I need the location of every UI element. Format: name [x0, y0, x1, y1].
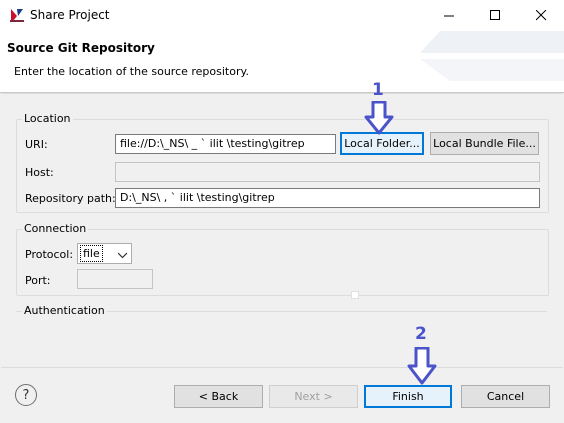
help-icon[interactable]: ?: [15, 384, 37, 406]
chevron-down-icon: [117, 249, 128, 262]
protocol-value: file: [80, 245, 103, 262]
resize-handle: [351, 291, 359, 299]
header-decoration: [420, 31, 564, 91]
repository-path-label: Repository path:: [25, 192, 116, 205]
next-button[interactable]: Next >: [269, 385, 358, 408]
window-title: Share Project: [30, 8, 110, 22]
close-button[interactable]: [518, 0, 564, 31]
maximize-icon: [489, 10, 500, 20]
location-group-label: Location: [22, 112, 73, 125]
page-description: Enter the location of the source reposit…: [14, 65, 249, 78]
callout-arrow-2-icon: [407, 346, 437, 388]
uri-label: URI:: [25, 138, 48, 151]
repository-path-input[interactable]: D:\_NS\ , ` ilit \testing\gitrep: [115, 188, 540, 208]
minimize-button[interactable]: [426, 0, 472, 31]
authentication-group-label: Authentication: [22, 304, 107, 317]
local-bundle-file-button[interactable]: Local Bundle File...: [430, 132, 539, 155]
callout-number-2: 2: [415, 324, 427, 344]
help-glyph: ?: [22, 387, 30, 403]
host-label: Host:: [25, 166, 54, 179]
eclipse-app-icon: [9, 7, 25, 23]
port-input[interactable]: [77, 269, 153, 289]
page-title: Source Git Repository: [7, 41, 155, 55]
callout-arrow-1-icon: [364, 100, 394, 138]
close-icon: [535, 10, 546, 21]
protocol-label: Protocol:: [25, 248, 74, 261]
protocol-select[interactable]: file: [77, 243, 132, 264]
back-button[interactable]: < Back: [174, 385, 263, 408]
cancel-button[interactable]: Cancel: [461, 385, 550, 408]
uri-input[interactable]: file://D:\_NS\ _ ` ilit \testing\gitrep: [115, 134, 336, 154]
connection-group-label: Connection: [22, 222, 89, 235]
minimize-icon: [443, 15, 454, 17]
callout-number-1: 1: [372, 80, 384, 100]
maximize-button[interactable]: [472, 0, 518, 31]
host-input[interactable]: [115, 162, 540, 182]
port-label: Port:: [25, 274, 51, 287]
finish-button[interactable]: Finish: [364, 385, 452, 408]
